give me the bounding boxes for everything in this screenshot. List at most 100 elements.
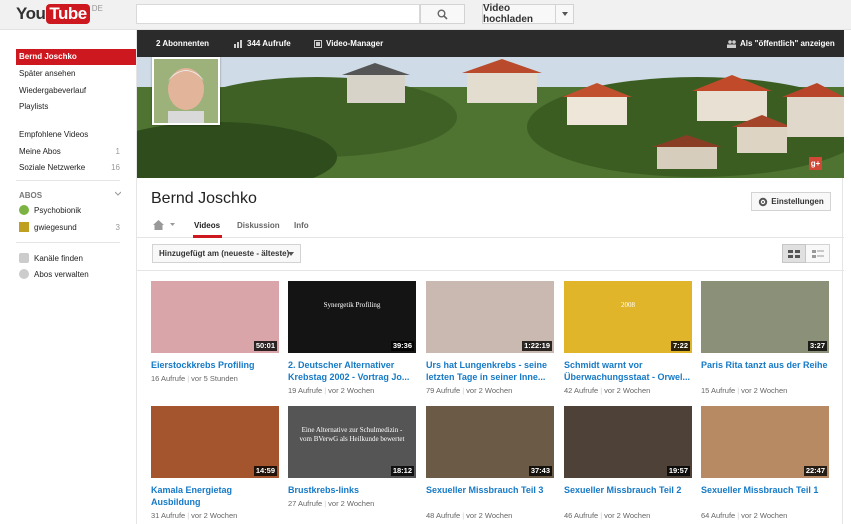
view-count[interactable]: 344 Aufrufe bbox=[234, 30, 291, 57]
video-card[interactable]: 2008 7:22 Schmidt warnt vor Überwachungsst… bbox=[564, 281, 692, 395]
video-card[interactable]: Eine Alternative zur Schulmedizin - vom … bbox=[288, 406, 416, 516]
view-count-label: 344 Aufrufe bbox=[247, 39, 291, 48]
subscriber-count[interactable]: 2 Abonnenten bbox=[156, 30, 209, 57]
video-card[interactable]: Synergetik Profiling 39:36 2. Deutscher Al… bbox=[288, 281, 416, 395]
video-title[interactable]: Paris Rita tanzt aus der Reihe bbox=[701, 359, 829, 371]
sidebar-item-label: Playlists bbox=[19, 102, 49, 111]
sidebar-find-channels[interactable]: Kanäle finden bbox=[16, 251, 136, 267]
video-views: 31 Aufrufe bbox=[151, 511, 186, 520]
sidebar-sub-psychobionik[interactable]: Psychobionik bbox=[16, 203, 136, 219]
search-button[interactable] bbox=[420, 4, 465, 24]
grid-icon bbox=[788, 249, 800, 258]
sidebar-item-playlists[interactable]: Playlists bbox=[16, 99, 136, 115]
video-title[interactable]: Eierstockkrebs Profiling bbox=[151, 359, 279, 371]
active-tab-indicator bbox=[193, 235, 222, 238]
sort-dropdown[interactable]: Hinzugefügt am (neueste - älteste) bbox=[152, 244, 301, 263]
video-thumbnail[interactable]: 2008 7:22 bbox=[564, 281, 692, 353]
home-icon[interactable] bbox=[153, 220, 164, 230]
meta-separator: | bbox=[600, 511, 603, 520]
video-views: 46 Aufrufe bbox=[564, 511, 599, 520]
video-card[interactable]: 37:43 Sexueller Missbrauch Teil 3 48 Aufru… bbox=[426, 406, 554, 520]
video-card[interactable]: 14:59 Kamala Energietag Ausbildung 31 Aufr… bbox=[151, 406, 279, 520]
meta-separator: | bbox=[600, 386, 603, 395]
sidebar-item-label: Bernd Joschko bbox=[19, 52, 77, 61]
meta-separator: | bbox=[462, 386, 465, 395]
google-plus-icon[interactable]: g+ bbox=[809, 157, 822, 170]
film-icon bbox=[314, 39, 322, 48]
video-card[interactable]: 1:22:19 Urs hat Lungenkrebs - seine letzt… bbox=[426, 281, 554, 395]
logo-you-text: You bbox=[16, 4, 46, 23]
grid-view-button[interactable] bbox=[782, 244, 806, 263]
sidebar-item-social[interactable]: Soziale Netzwerke 16 bbox=[16, 160, 136, 176]
video-card[interactable]: 22:47 Sexueller Missbrauch Teil 1 64 Aufru… bbox=[701, 406, 829, 520]
video-thumbnail[interactable]: Eine Alternative zur Schulmedizin - vom … bbox=[288, 406, 416, 478]
video-thumbnail[interactable]: 22:47 bbox=[701, 406, 829, 478]
chevron-down-icon[interactable] bbox=[170, 223, 175, 227]
tab-videos[interactable]: Videos bbox=[194, 221, 220, 230]
sidebar-item-label: Abos verwalten bbox=[34, 270, 89, 279]
sidebar-divider bbox=[16, 180, 120, 181]
sidebar-item-history[interactable]: Wiedergabeverlauf bbox=[16, 83, 136, 99]
sidebar-item-label: Kanäle finden bbox=[34, 254, 83, 263]
video-meta: 48 Aufrufe | vor 2 Wochen bbox=[426, 511, 554, 520]
search-input[interactable] bbox=[136, 4, 420, 24]
upload-button[interactable]: Video hochladen bbox=[482, 3, 556, 25]
tab-discussion[interactable]: Diskussion bbox=[237, 221, 280, 230]
video-duration: 18:12 bbox=[390, 466, 414, 476]
video-age: vor 2 Wochen bbox=[741, 386, 788, 395]
view-as-label: Als "öffentlich" anzeigen bbox=[740, 39, 835, 48]
video-title[interactable]: 2. Deutscher Alternativer Krebstag 2002 … bbox=[288, 359, 416, 383]
tab-info[interactable]: Info bbox=[294, 221, 309, 230]
video-title[interactable]: Schmidt warnt vor Überwachungsstaat - Or… bbox=[564, 359, 692, 383]
video-title[interactable]: Sexueller Missbrauch Teil 2 bbox=[564, 484, 692, 496]
channel-title: Bernd Joschko bbox=[151, 190, 257, 207]
youtube-logo[interactable]: You Tube DE bbox=[16, 4, 103, 26]
people-icon bbox=[727, 39, 736, 48]
video-thumbnail[interactable]: 1:22:19 bbox=[426, 281, 554, 353]
video-meta: 42 Aufrufe | vor 2 Wochen bbox=[564, 386, 692, 395]
video-manager-link[interactable]: Video-Manager bbox=[314, 30, 383, 57]
video-duration: 1:22:19 bbox=[522, 341, 552, 351]
logo-region: DE bbox=[91, 4, 103, 13]
list-view-button[interactable] bbox=[806, 244, 830, 263]
upload-menu-button[interactable] bbox=[556, 4, 574, 24]
video-title[interactable]: Urs hat Lungenkrebs - seine letzten Tage… bbox=[426, 359, 554, 383]
channel-tabs: Videos Diskussion Info bbox=[137, 215, 844, 238]
sidebar-manage-subs[interactable]: Abos verwalten bbox=[16, 267, 136, 283]
video-card[interactable]: 19:57 Sexueller Missbrauch Teil 2 46 Aufru… bbox=[564, 406, 692, 520]
video-thumbnail[interactable]: 14:59 bbox=[151, 406, 279, 478]
channel-avatar[interactable] bbox=[152, 57, 220, 125]
video-title[interactable]: Brustkrebs-links bbox=[288, 484, 416, 496]
channel-page: 2 Abonnenten 344 Aufrufe Video-Manager A… bbox=[136, 30, 844, 524]
video-card[interactable]: 50:01 Eierstockkrebs Profiling 16 Aufrufe |… bbox=[151, 281, 279, 391]
video-age: vor 2 Wochen bbox=[191, 511, 238, 520]
sidebar-item-channel[interactable]: Bernd Joschko bbox=[16, 49, 136, 65]
video-thumbnail[interactable]: 37:43 bbox=[426, 406, 554, 478]
sidebar-item-recommended[interactable]: Empfohlene Videos bbox=[16, 127, 136, 143]
sidebar-item-label: Meine Abos bbox=[19, 147, 61, 156]
video-views: 48 Aufrufe bbox=[426, 511, 461, 520]
settings-label: Einstellungen bbox=[771, 197, 824, 206]
thumbnail-caption: 2008 bbox=[621, 301, 635, 309]
video-duration: 3:27 bbox=[807, 341, 827, 351]
video-thumbnail[interactable]: 50:01 bbox=[151, 281, 279, 353]
channel-avatar-icon bbox=[19, 221, 29, 232]
search-icon bbox=[437, 9, 448, 20]
sidebar-item-count: 1 bbox=[115, 147, 120, 156]
video-thumbnail[interactable]: 19:57 bbox=[564, 406, 692, 478]
sidebar-item-label: Soziale Netzwerke bbox=[19, 163, 86, 172]
video-age: vor 2 Wochen bbox=[466, 511, 513, 520]
video-title[interactable]: Kamala Energietag Ausbildung bbox=[151, 484, 279, 508]
video-duration: 19:57 bbox=[666, 466, 690, 476]
view-as-public-link[interactable]: Als "öffentlich" anzeigen bbox=[727, 30, 835, 57]
video-card[interactable]: 3:27 Paris Rita tanzt aus der Reihe 15 Auf… bbox=[701, 281, 829, 395]
sidebar-sub-gwiegesund[interactable]: gwiegesund 3 bbox=[16, 220, 136, 236]
sidebar-item-subscriptions[interactable]: Meine Abos 1 bbox=[16, 144, 136, 160]
video-title[interactable]: Sexueller Missbrauch Teil 1 bbox=[701, 484, 829, 496]
video-title[interactable]: Sexueller Missbrauch Teil 3 bbox=[426, 484, 554, 496]
video-thumbnail[interactable]: Synergetik Profiling 39:36 bbox=[288, 281, 416, 353]
settings-button[interactable]: Einstellungen bbox=[751, 192, 831, 211]
sidebar-item-watch-later[interactable]: Später ansehen bbox=[16, 66, 136, 82]
collapse-icon[interactable] bbox=[115, 191, 121, 197]
video-thumbnail[interactable]: 3:27 bbox=[701, 281, 829, 353]
